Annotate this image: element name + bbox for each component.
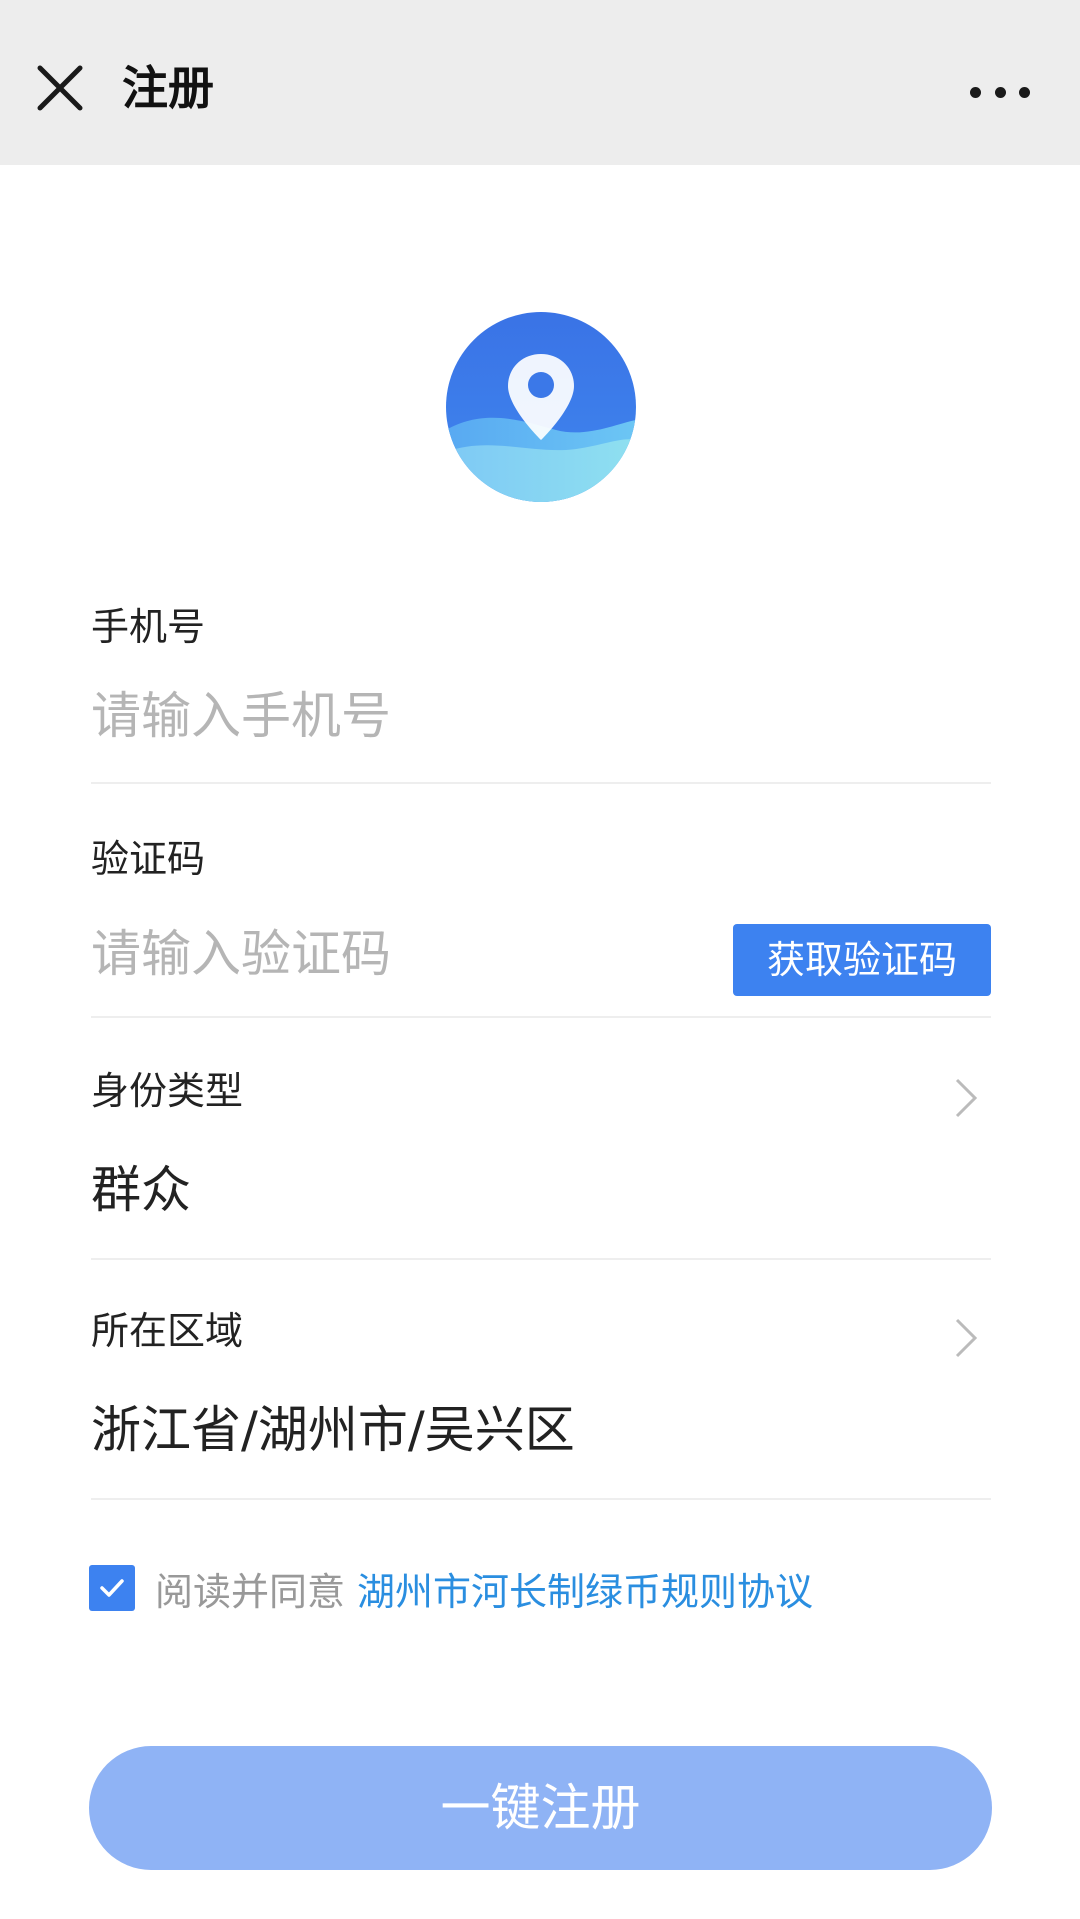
page-title: 注册 xyxy=(122,61,214,115)
close-icon xyxy=(37,65,83,111)
chevron-right-icon xyxy=(955,1318,978,1358)
phone-label: 手机号 xyxy=(91,605,206,649)
identity-value: 群众 xyxy=(91,1161,191,1219)
phone-input[interactable] xyxy=(91,684,671,748)
agreement-link[interactable]: 湖州市河长制绿币规则协议 xyxy=(357,1561,813,1616)
checkmark-icon xyxy=(100,1579,124,1597)
more-icon-dot xyxy=(970,86,981,98)
more-icon-dot xyxy=(1019,86,1030,98)
identity-divider xyxy=(91,1258,991,1260)
app-logo xyxy=(446,312,636,502)
phone-field: 手机号 xyxy=(91,604,991,784)
identity-field[interactable]: 身份类型 群众 xyxy=(91,1068,991,1260)
phone-divider xyxy=(91,782,991,784)
region-divider xyxy=(91,1498,991,1500)
get-code-button[interactable]: 获取验证码 xyxy=(733,924,991,996)
code-divider xyxy=(91,1016,991,1018)
code-input[interactable] xyxy=(91,922,671,986)
location-pin-icon xyxy=(446,312,636,502)
more-button[interactable] xyxy=(970,74,1030,110)
chevron-right-icon xyxy=(955,1078,978,1118)
code-field: 验证码 获取验证码 xyxy=(91,836,991,1018)
region-label: 所在区域 xyxy=(91,1309,244,1353)
identity-label: 身份类型 xyxy=(91,1069,244,1113)
agreement-text: 阅读并同意 xyxy=(155,1569,346,1614)
agreement-checkbox[interactable] xyxy=(89,1565,135,1611)
register-button[interactable]: 一键注册 xyxy=(89,1746,992,1870)
code-label: 验证码 xyxy=(91,837,206,881)
title-bar: 注册 xyxy=(0,0,1080,165)
region-field[interactable]: 所在区域 浙江省/湖州市/吴兴区 xyxy=(91,1308,991,1500)
close-button[interactable] xyxy=(34,62,86,114)
register-page: 注册 手机号 请输入手机号 验证码 请输入验证码 获取验证码 身份类型 群众 所… xyxy=(0,0,1080,1919)
region-value: 浙江省/湖州市/吴兴区 xyxy=(91,1401,575,1459)
agreement-row: 阅读并同意 湖州市河长制绿币规则协议 xyxy=(89,1561,813,1616)
more-icon-dot xyxy=(994,86,1006,98)
